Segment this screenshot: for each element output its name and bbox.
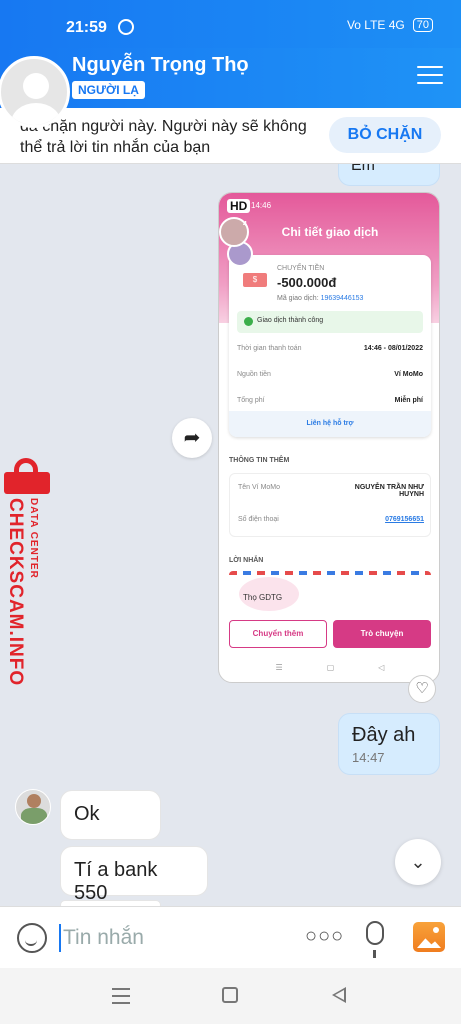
- message-input[interactable]: Tin nhắn: [63, 926, 144, 950]
- note-text: Thọ GDTG: [243, 593, 283, 602]
- incoming-message[interactable]: Ok: [60, 790, 161, 840]
- heart-icon[interactable]: ♡: [408, 675, 436, 703]
- wallet-label: Tên Ví MoMo: [238, 484, 281, 491]
- code-label: Mã giao dịch:: [277, 295, 321, 302]
- shared-image[interactable]: HD 14:46 4 Chi tiết giao dịch $ CHUYỂN T…: [218, 192, 440, 683]
- status-time: 21:59: [66, 19, 107, 36]
- sender-avatar[interactable]: [15, 789, 51, 825]
- shot-title: Chi tiết giao dịch: [281, 225, 379, 239]
- phone-row: Số điện thoại 0769156651: [238, 516, 424, 523]
- transfer-amount: -500.000đ: [277, 275, 337, 290]
- phone-label: Số điện thoại: [238, 516, 279, 523]
- contact-avatar[interactable]: [0, 56, 70, 128]
- note-card: Thọ GDTG: [229, 571, 431, 611]
- blocked-banner: đã chặn người này. Người này sẽ không th…: [0, 108, 461, 164]
- wallet-value: NGUYỄN TRẦN NHƯ HUYNH: [354, 484, 424, 498]
- signal-icon: Vo LTE 4G: [346, 18, 405, 32]
- status-icons: Vo LTE 4G 70: [347, 18, 433, 32]
- watermark-small: DATA CENTER: [28, 498, 39, 579]
- transaction-code: Mã giao dịch: 19639446153: [277, 295, 363, 302]
- row-label: Nguồn tiền: [237, 371, 271, 378]
- code-value: 19639446153: [320, 295, 364, 302]
- transaction-card: $ CHUYỂN TIỀN -500.000đ Mã giao dịch: 19…: [227, 241, 431, 437]
- row-label: Thời gian thanh toán: [237, 345, 302, 352]
- row-label: Tổng phí: [237, 397, 265, 404]
- wallet-row: Tên Ví MoMo NGUYỄN TRẦN NHƯ HUYNH: [238, 484, 424, 498]
- blocked-text: đã chặn người này. Người này sẽ không th…: [20, 118, 307, 156]
- message-time: 14:47: [352, 750, 385, 765]
- shot-status-time: 14:46: [251, 201, 272, 210]
- watermark: DATA CENTER CHECKSCAM.INFO: [4, 458, 50, 686]
- chat-button: Trò chuyện: [333, 620, 431, 648]
- shot-navbar: ☰▢◁: [275, 663, 429, 672]
- hd-badge: HD: [227, 199, 251, 213]
- support-link: Liên hệ hỗ trợ: [229, 411, 431, 437]
- home-icon[interactable]: [222, 987, 238, 1003]
- forward-icon[interactable]: ➦: [172, 418, 212, 458]
- message-text: Đây ah: [352, 724, 416, 746]
- contact-name[interactable]: Nguyễn Trọng Thọ: [72, 54, 249, 77]
- text-cursor: [59, 924, 61, 952]
- more-icon[interactable]: ○○○: [305, 925, 344, 948]
- scroll-down-icon[interactable]: ⌄: [395, 839, 441, 885]
- message-heading: LỜI NHẮN: [229, 557, 264, 564]
- stranger-badge: NGƯỜI LẠ: [72, 81, 145, 99]
- recents-icon[interactable]: [112, 988, 130, 1004]
- detail-row: Nguồn tiền Ví MoMo: [237, 371, 423, 378]
- microphone-icon[interactable]: [366, 921, 384, 958]
- row-value: Ví MoMo: [394, 371, 423, 378]
- watermark-big: CHECKSCAM.INFO: [5, 498, 26, 687]
- sticker-icon[interactable]: [17, 923, 47, 953]
- incoming-message[interactable]: Tí a bank 550: [60, 846, 208, 904]
- detail-row: Tổng phí Miễn phí: [237, 397, 423, 404]
- image-icon[interactable]: [413, 922, 445, 952]
- more-info-heading: THÔNG TIN THÊM: [229, 457, 290, 464]
- unblock-button[interactable]: BỎ CHẶN: [329, 117, 441, 153]
- more-info-card: Tên Ví MoMo NGUYỄN TRẦN NHƯ HUYNH Số điện…: [229, 473, 431, 537]
- envelope-stripe: [229, 571, 431, 575]
- transfer-more-button: Chuyển thêm: [229, 620, 327, 648]
- messenger-icon: [118, 19, 134, 35]
- lock-logo-icon: [4, 458, 50, 494]
- composer: Tin nhắn ○○○: [0, 906, 461, 968]
- menu-icon[interactable]: [417, 66, 443, 88]
- back-icon[interactable]: [332, 987, 346, 1003]
- battery-icon: 70: [412, 18, 433, 32]
- detail-row: Thời gian thanh toán 14:46 - 08/01/2022: [237, 345, 423, 352]
- status-bar: 21:59 Vo LTE 4G 70: [0, 0, 461, 48]
- money-icon: $: [243, 273, 267, 287]
- row-value: 14:46 - 08/01/2022: [363, 345, 423, 352]
- row-value: Miễn phí: [394, 397, 423, 404]
- check-icon: [244, 317, 253, 326]
- success-text: Giao dịch thành công: [257, 317, 324, 324]
- shot-count: 4: [243, 221, 247, 228]
- system-navbar: [0, 968, 461, 1024]
- success-status: Giao dịch thành công: [237, 311, 423, 333]
- transfer-label: CHUYỂN TIỀN: [277, 265, 325, 272]
- phone-value: 0769156651: [385, 516, 424, 523]
- outgoing-message[interactable]: Đây ah 14:47: [338, 713, 440, 775]
